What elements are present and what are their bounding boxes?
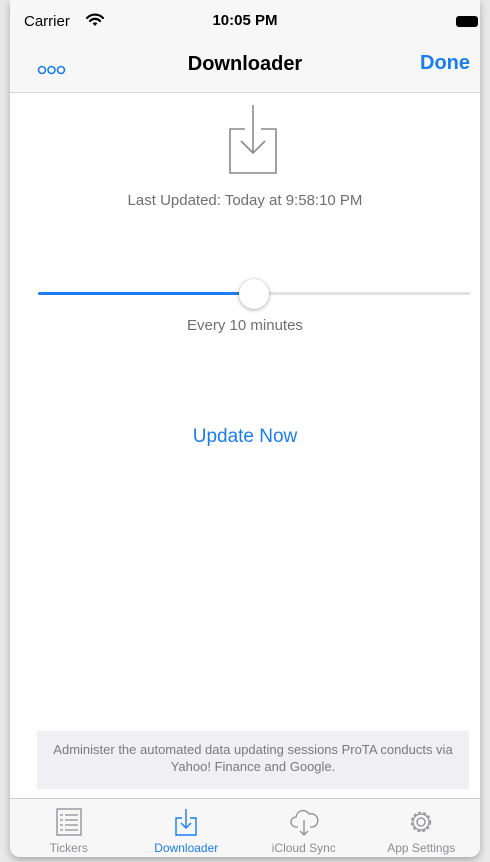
update-interval-label: Every 10 minutes	[187, 317, 303, 334]
downloader-content: Last Updated: Today at 9:58:10 PM Every …	[10, 93, 480, 798]
gear-icon	[411, 811, 432, 833]
tab-bar: Tickers Downloader iCloud Sync App Setti…	[10, 798, 480, 857]
tab-downloader[interactable]: Downloader	[128, 799, 246, 857]
tab-tickers[interactable]: Tickers	[10, 799, 128, 857]
tab-label: App Settings	[387, 841, 456, 855]
download-icon	[229, 105, 277, 174]
list-icon	[56, 808, 82, 836]
info-text: Administer the automated data updating s…	[37, 731, 469, 789]
tab-icloud-sync[interactable]: iCloud Sync	[245, 799, 363, 857]
battery-icon	[456, 16, 478, 27]
status-bar: Carrier 10:05 PM	[10, 0, 480, 44]
status-time: 10:05 PM	[212, 12, 278, 29]
more-options-button[interactable]	[34, 60, 74, 80]
done-button[interactable]: Done	[420, 52, 470, 75]
update-interval-slider[interactable]	[38, 279, 470, 309]
tab-label: iCloud Sync	[271, 841, 336, 855]
cloud-icon	[290, 809, 319, 836]
update-now-button[interactable]: Update Now	[10, 426, 480, 448]
slider-thumb[interactable]	[239, 279, 269, 309]
slider-fill	[38, 292, 254, 295]
last-updated-label: Last Updated: Today at 9:58:10 PM	[127, 192, 363, 209]
tab-app-settings[interactable]: App Settings	[363, 799, 481, 857]
download-icon	[175, 809, 197, 836]
page-title: Downloader	[187, 53, 303, 75]
tab-label: Downloader	[154, 841, 219, 855]
tab-label: Tickers	[49, 841, 88, 855]
navigation-bar: Downloader Done	[10, 44, 480, 93]
app-window: Carrier 10:05 PM Downloader Done Last Up…	[10, 0, 480, 857]
